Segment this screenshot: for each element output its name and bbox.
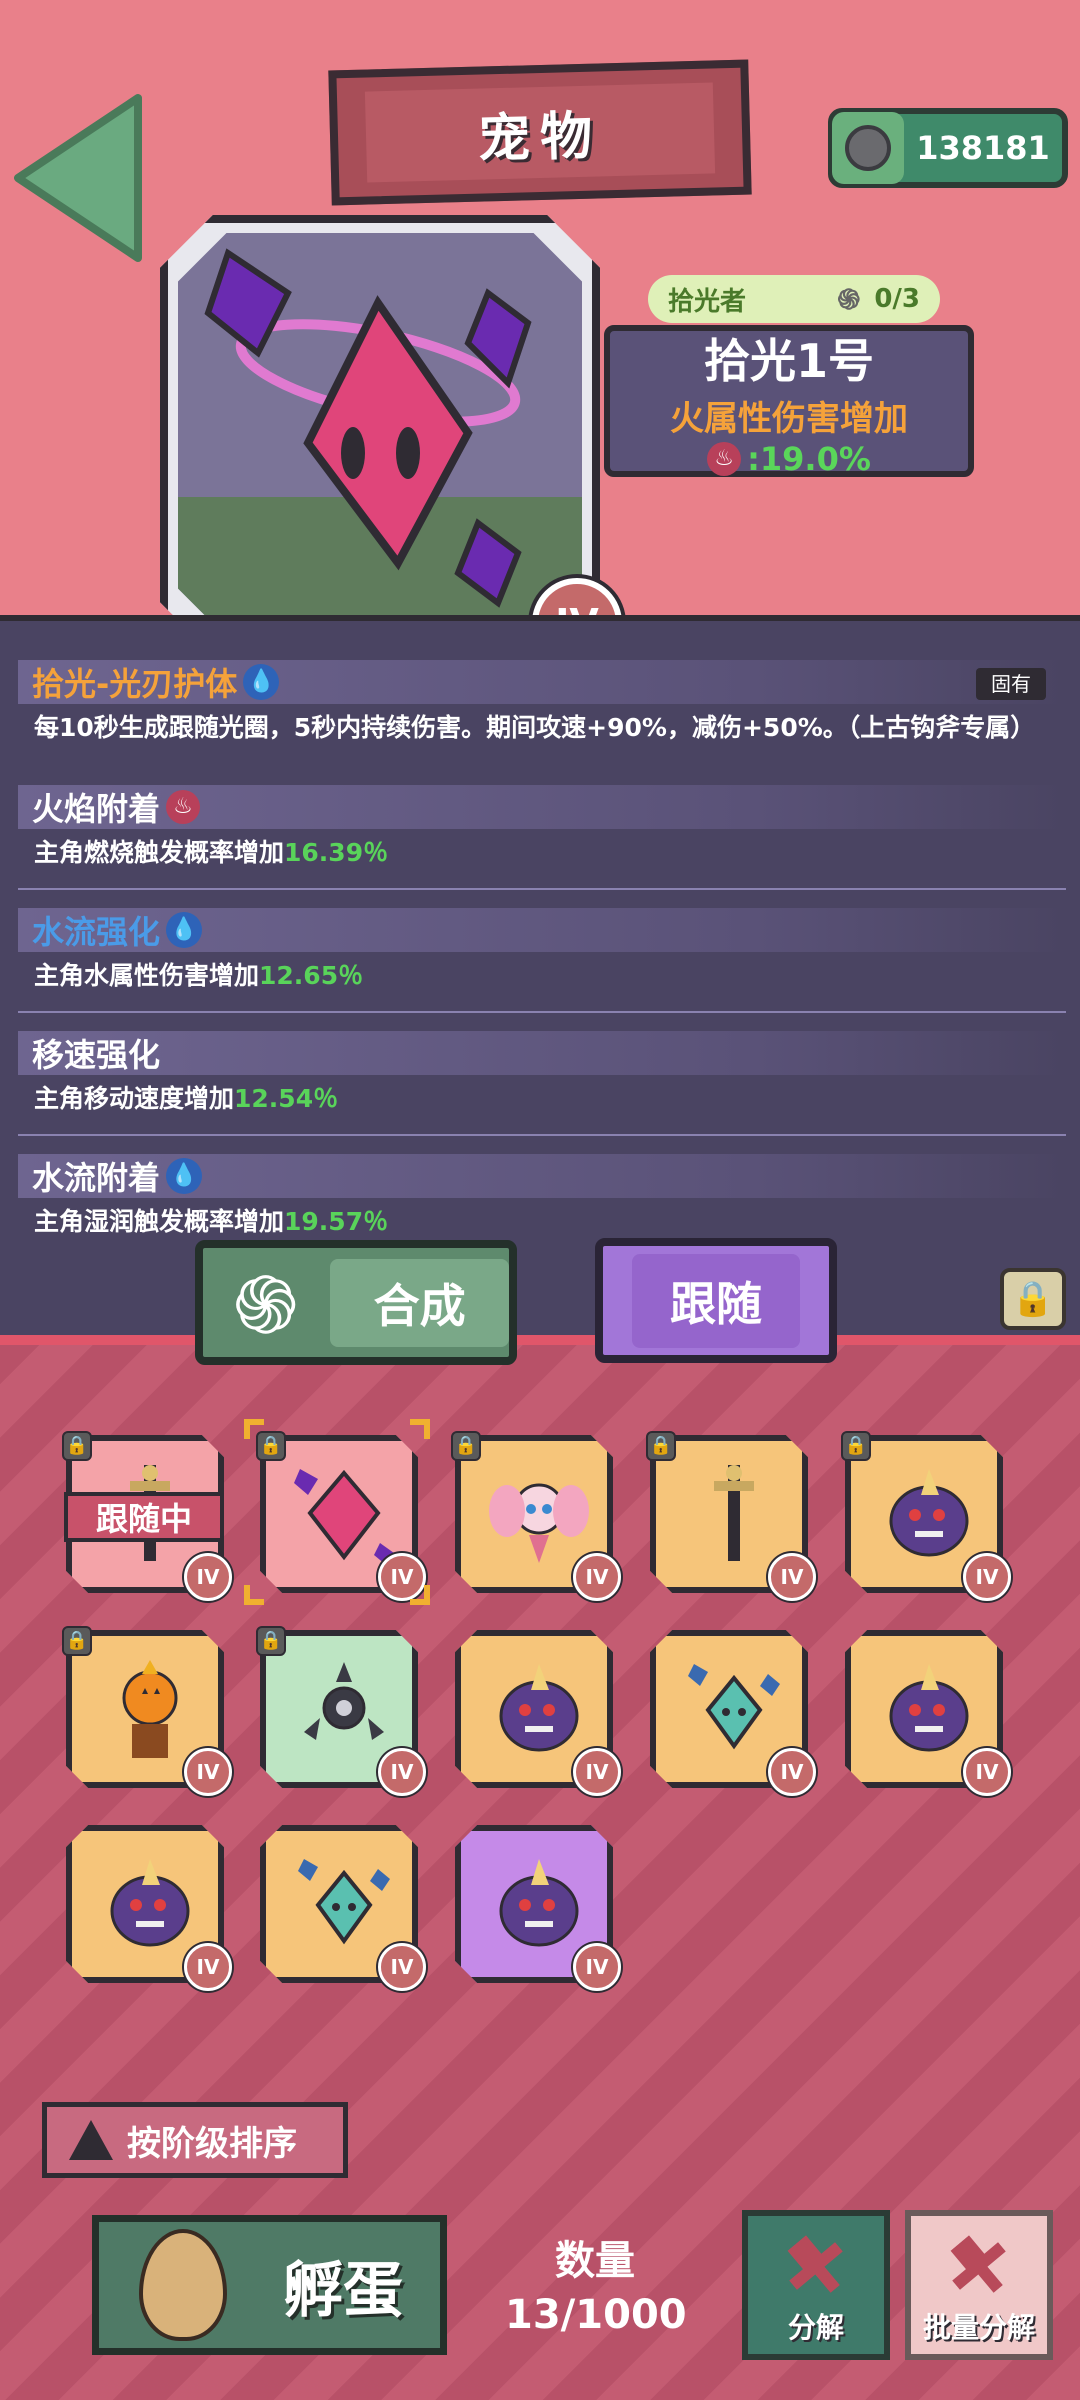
blob-pet-icon [499, 1859, 579, 1947]
slot-tier-badge: IV [768, 1748, 816, 1796]
collector-set-pill[interactable]: 拾光者 ֍ 0/3 [648, 275, 940, 323]
pumpkin-pet-icon [122, 1660, 178, 1758]
crystal-pet-icon [294, 1469, 394, 1565]
selection-corner [410, 1585, 430, 1605]
pet-info-box: 拾光1号 火属性伤害增加 ♨:19.0% [604, 325, 974, 478]
slot-tier-badge: IV [573, 1943, 621, 1991]
gear-coin-icon [832, 112, 904, 184]
pet-bonus-value: :19.0% [747, 439, 871, 478]
follow-label: 跟随 [632, 1253, 800, 1348]
teal-crystal-pet-icon [298, 1859, 390, 1945]
merge-button[interactable]: ֍ 合成 [195, 1240, 517, 1365]
slot-tier-badge: IV [184, 1943, 232, 1991]
trait-row: 移速强化 主角移动速度增加12.54％ [18, 1031, 1066, 1136]
trait-description: 主角湿润触发概率增加19.57％ [34, 1207, 389, 1236]
collector-progress: 0/3 [874, 284, 920, 314]
blob-pet-icon [889, 1664, 969, 1752]
sort-label: 按阶级排序 [127, 2123, 297, 2164]
lock-icon: 🔒 [256, 1626, 286, 1656]
slot-tier-badge: IV [963, 1748, 1011, 1796]
slot-tier-badge: IV [573, 1748, 621, 1796]
swirl-icon: ֍ [837, 283, 861, 316]
sword-pet-icon [714, 1465, 754, 1561]
page-title: 宠物 [477, 106, 603, 170]
trait-row: 拾光-光刃护体 💧 固有 每10秒生成跟随光圈，5秒内持续伤害。期间攻速+90%… [18, 660, 1066, 753]
egg-icon [139, 2229, 227, 2341]
follow-button[interactable]: 跟随 [595, 1238, 837, 1363]
drone-pet-icon [304, 1662, 384, 1740]
pet-bonus-label: 火属性伤害增加 [670, 398, 908, 439]
count-label: 数量 [555, 2238, 635, 2284]
hammer-icon [774, 2224, 859, 2309]
decompose-button[interactable]: 分解 [742, 2210, 890, 2360]
fire-element-icon: ♨ [707, 441, 742, 476]
merge-label: 合成 [330, 1258, 509, 1347]
trait-name: 水流附着 [32, 1159, 161, 1197]
pet-name: 拾光1号 [703, 333, 874, 388]
water-element-icon: 💧 [166, 1158, 203, 1194]
slot-tier-badge: IV [768, 1553, 816, 1601]
trait-name: 火焰附着 [32, 790, 161, 828]
slot-tier-badge: IV [963, 1553, 1011, 1601]
trait-row: 水流附着 💧 主角湿润触发概率增加19.57％ [18, 1154, 1066, 1247]
trait-row: 火焰附着 ♨ 主角燃烧触发概率增加16.39％ [18, 785, 1066, 890]
anvil-icon [937, 2224, 1022, 2309]
trait-name: 水流强化 [32, 913, 161, 951]
fire-element-icon: ♨ [166, 790, 201, 824]
slot-tier-badge: IV [378, 1943, 426, 1991]
crystal-pet-icon [204, 248, 532, 608]
blob-pet-icon [110, 1859, 190, 1947]
batch-decompose-label: 批量分解 [922, 2311, 1035, 2344]
trait-description: 主角燃烧触发概率增加16.39％ [34, 838, 389, 867]
selection-corner [244, 1585, 264, 1605]
teal-crystal-pet-icon [688, 1664, 780, 1750]
title-plaque: 宠物 [328, 59, 752, 206]
trait-description: 主角移动速度增加12.54％ [34, 1084, 339, 1113]
fairy-pet-icon [489, 1483, 589, 1563]
selection-corner [244, 1419, 264, 1439]
pet-portrait [178, 233, 582, 637]
swirl-icon: ֍ [232, 1258, 299, 1352]
triangle-icon [69, 2120, 113, 2160]
collector-label: 拾光者 [668, 286, 747, 317]
lock-button[interactable]: 🔒 [1000, 1268, 1066, 1330]
hatch-label: 孵蛋 [283, 2255, 403, 2326]
currency-value: 138181 [916, 129, 1050, 167]
lock-icon: 🔒 [62, 1626, 92, 1656]
water-element-icon: 💧 [166, 912, 203, 948]
trait-description: 每10秒生成跟随光圈，5秒内持续伤害。期间攻速+90%，减伤+50%。（上古钩斧… [34, 713, 1036, 742]
back-arrow-icon[interactable] [8, 88, 148, 268]
hatch-button[interactable]: 孵蛋 [92, 2215, 447, 2355]
decompose-label: 分解 [787, 2311, 844, 2344]
trait-name: 移速强化 [32, 1036, 161, 1074]
slot-tier-badge: IV [184, 1553, 232, 1601]
trait-name: 拾光-光刃护体 [32, 665, 238, 703]
trait-description: 主角水属性伤害增加12.65％ [34, 961, 364, 990]
count-value: 13/1000 [505, 2292, 687, 2338]
currency-display: 138181 [828, 108, 1068, 188]
lock-icon: 🔒 [451, 1431, 481, 1461]
blob-pet-icon [889, 1469, 969, 1557]
slot-tier-badge: IV [184, 1748, 232, 1796]
lock-icon: 🔒 [646, 1431, 676, 1461]
following-tag: 跟随中 [64, 1492, 224, 1542]
batch-decompose-button[interactable]: 批量分解 [905, 2210, 1053, 2360]
blob-pet-icon [499, 1664, 579, 1752]
selection-corner [410, 1419, 430, 1439]
trait-row: 水流强化 💧 主角水属性伤害增加12.65％ [18, 908, 1066, 1013]
inherent-tag: 固有 [976, 668, 1046, 700]
water-element-icon: 💧 [243, 664, 280, 700]
lock-icon: 🔒 [841, 1431, 871, 1461]
lock-icon: 🔒 [62, 1431, 92, 1461]
lock-icon: 🔒 [1011, 1279, 1055, 1319]
sort-by-tier-button[interactable]: 按阶级排序 [42, 2102, 348, 2178]
slot-tier-badge: IV [573, 1553, 621, 1601]
slot-tier-badge: IV [378, 1748, 426, 1796]
